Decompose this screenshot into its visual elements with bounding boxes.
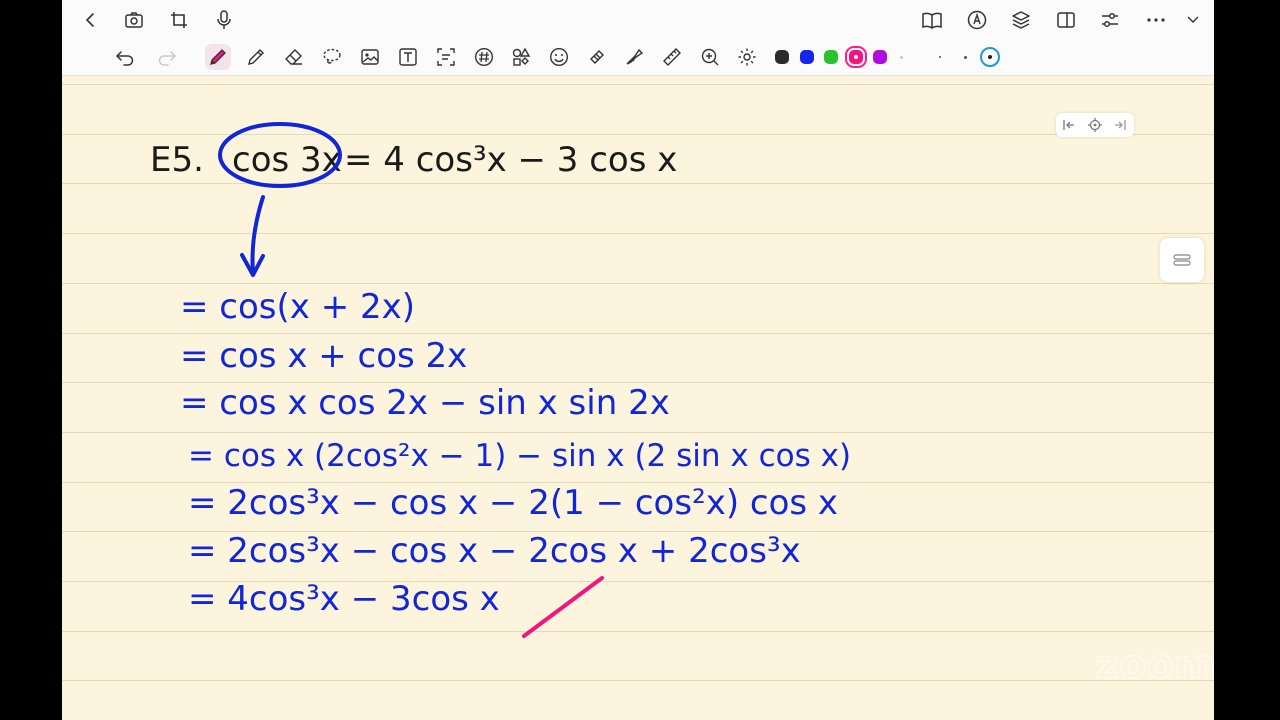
- goodnotes-window: E5. cos 3x = 4 cos³x − 3 cos x = cos(x +…: [62, 0, 1214, 720]
- proof-step-1: = cos(x + 2x): [180, 287, 415, 327]
- example-label: E5.: [150, 140, 204, 180]
- svg-text:zoom: zoom: [1096, 642, 1216, 684]
- handle-icon: [1173, 251, 1191, 270]
- proof-step-6: = 2cos³x − cos x − 2cos x + 2cos³x: [188, 531, 801, 571]
- locate-icon[interactable]: [1087, 117, 1103, 133]
- proof-step-5: = 2cos³x − cos x − 2(1 − cos²x) cos x: [188, 483, 838, 523]
- statement-rhs: = 4 cos³x − 3 cos x: [344, 140, 677, 180]
- last-page-icon[interactable]: [1112, 117, 1128, 133]
- side-panel-handle[interactable]: [1160, 238, 1204, 282]
- proof-steps: = cos(x + 2x) = cos x + cos 2x = cos x cos…: [180, 287, 851, 619]
- proof-step-2: = cos x + cos 2x: [180, 336, 467, 376]
- proof-step-7: = 4cos³x − 3cos x: [188, 579, 500, 619]
- first-page-icon[interactable]: [1061, 117, 1077, 133]
- zoom-watermark: zoom: [1095, 641, 1217, 684]
- page-navigation: [1056, 113, 1134, 137]
- proof-step-3: = cos x cos 2x − sin x sin 2x: [180, 383, 670, 423]
- handwriting-canvas[interactable]: E5. cos 3x = 4 cos³x − 3 cos x = cos(x +…: [62, 0, 1214, 720]
- proof-step-4: = cos x (2cos²x − 1) − sin x (2 sin x co…: [188, 438, 851, 474]
- check-mark: [522, 576, 604, 638]
